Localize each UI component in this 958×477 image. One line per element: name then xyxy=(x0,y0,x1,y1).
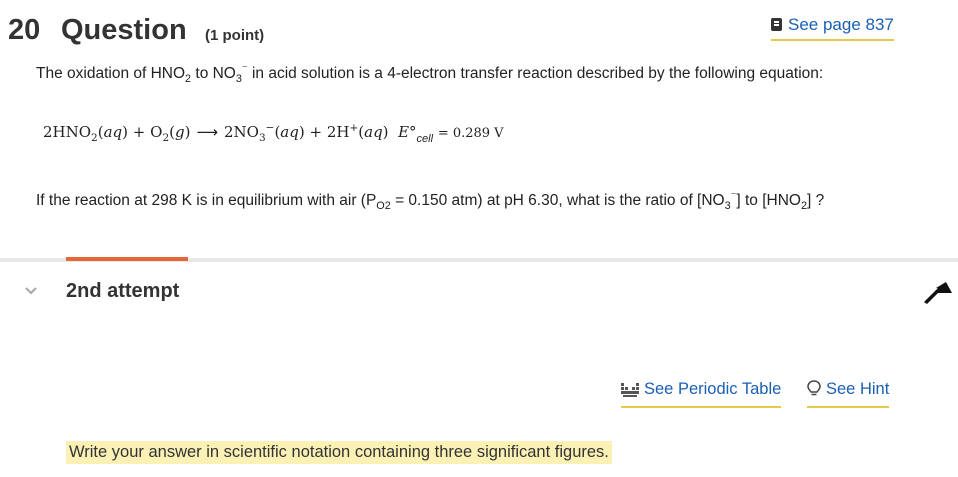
book-icon xyxy=(771,18,782,31)
periodic-table-label: See Periodic Table xyxy=(644,380,782,398)
periodic-table-icon xyxy=(621,383,639,402)
reaction-arrow-icon: ⟶ xyxy=(196,123,218,141)
attempt-progress-indicator xyxy=(66,257,188,261)
see-hint-link[interactable]: See Hint xyxy=(807,380,890,408)
answer-instructions: Write your answer in scientific notation… xyxy=(66,441,612,464)
question-points: (1 point) xyxy=(205,27,265,44)
see-page-link[interactable]: See page 837 xyxy=(771,15,894,41)
question-heading: Question xyxy=(61,14,187,46)
see-periodic-table-link[interactable]: See Periodic Table xyxy=(621,380,782,408)
question-number: 20 xyxy=(8,14,41,46)
question-intro: The oxidation of HNO2 to NO3⁻ in acid so… xyxy=(36,62,824,86)
lightbulb-icon xyxy=(807,380,821,402)
attempt-label[interactable]: 2nd attempt xyxy=(66,280,179,303)
chemical-equation: 2HNO2(aq) + O2(g) ⟶ 2NO3−(aq) + 2H+(aq) E°… xyxy=(43,122,504,145)
flag-icon[interactable] xyxy=(922,280,954,311)
hint-label: See Hint xyxy=(826,380,890,398)
question-text: If the reaction at 298 K is in equilibri… xyxy=(36,189,825,213)
see-page-label: See page 837 xyxy=(788,15,894,34)
chevron-down-icon[interactable] xyxy=(24,283,38,299)
